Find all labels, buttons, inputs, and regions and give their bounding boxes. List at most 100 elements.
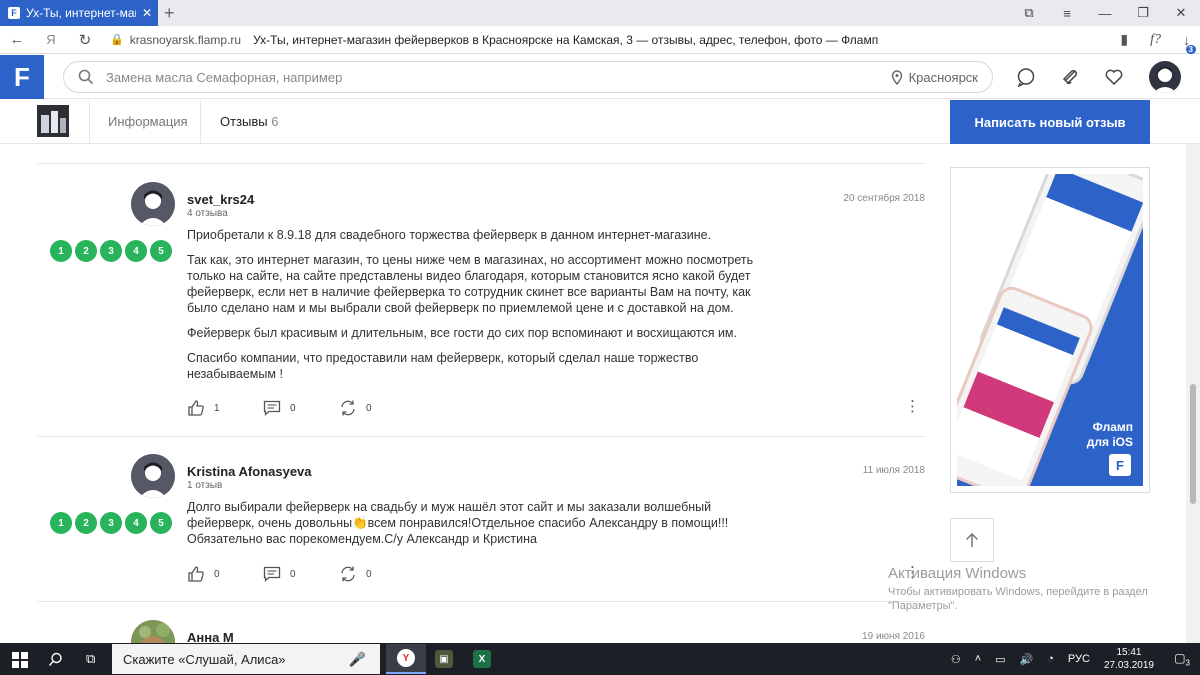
reviewer-avatar[interactable]	[131, 454, 175, 498]
reload-icon[interactable]: ↻	[68, 31, 102, 49]
review-actions: 0 0 0	[187, 565, 415, 583]
reviewer-avatar[interactable]	[131, 620, 175, 643]
rating-star: 3	[100, 240, 122, 262]
comment-button[interactable]: 0	[263, 399, 339, 417]
city-selector[interactable]: Красноярск	[891, 70, 978, 85]
reviewer-review-count: 1 отзыв	[187, 480, 223, 491]
rating-star: 3	[100, 512, 122, 534]
taskbar-app-yandex-browser[interactable]: Y	[386, 644, 426, 674]
alice-search-box[interactable]: Скажите «Слушай, Алиса» 🎤	[112, 644, 380, 674]
repost-icon	[341, 400, 355, 416]
action-center-icon[interactable]: ▢3	[1174, 651, 1190, 667]
like-count: 1	[214, 402, 220, 414]
search-placeholder: Замена масла Семафорная, например	[106, 69, 343, 85]
like-button[interactable]: 0	[187, 565, 263, 583]
volume-icon[interactable]: 🔊	[1020, 653, 1034, 666]
browser-tab-bar: F Ух-Ты, интернет-магазин ✕ + ⧉ ≡ — ❐ ✕	[0, 0, 1200, 26]
search-input[interactable]: Замена масла Семафорная, например Красно…	[63, 61, 993, 93]
write-review-button[interactable]: Написать новый отзыв	[950, 100, 1150, 144]
page-scrollbar[interactable]	[1186, 144, 1200, 643]
new-tab-icon[interactable]: +	[164, 3, 175, 24]
yandex-browser-icon: Y	[397, 649, 415, 667]
show-hidden-icons-icon[interactable]: ˄	[975, 653, 981, 665]
tab-info[interactable]: Информация	[108, 114, 188, 129]
location-pin-icon	[891, 69, 902, 85]
flamp-favicon-icon: F	[8, 7, 20, 19]
tab-reviews-label: Отзывы	[220, 114, 268, 129]
scrollbar-thumb[interactable]	[1190, 384, 1196, 504]
ad-title: Фламп для iOS	[1087, 420, 1133, 450]
microphone-icon[interactable]: 🎤	[349, 651, 366, 668]
activation-title: Активация Windows	[888, 565, 1027, 582]
reviewer-review-count: 4 отзыва	[187, 208, 228, 219]
lock-icon: 🔒	[110, 34, 124, 46]
comment-count: 0	[290, 568, 296, 580]
yandex-icon[interactable]: Я	[34, 32, 68, 47]
tab-reviews[interactable]: Отзывы 6	[220, 114, 278, 129]
review-date: 11 июля 2018	[862, 465, 925, 476]
review-actions: 1 0 0	[187, 399, 415, 417]
minimize-icon[interactable]: —	[1086, 0, 1124, 26]
people-icon[interactable]: ⚇	[951, 653, 961, 666]
close-tab-icon[interactable]: ✕	[142, 6, 152, 20]
menu-icon[interactable]: ≡	[1048, 0, 1086, 26]
reviewer-avatar[interactable]	[131, 182, 175, 226]
close-window-icon[interactable]: ✕	[1162, 0, 1200, 26]
like-button[interactable]: 1	[187, 399, 263, 417]
scroll-to-top-button[interactable]	[950, 518, 994, 562]
rating-star: 2	[75, 240, 97, 262]
reviewer-name[interactable]: svet_krs24	[187, 192, 254, 207]
bookmarks-panel-icon[interactable]: ⧉	[1010, 0, 1048, 26]
reader-icon[interactable]: f?	[1150, 32, 1161, 48]
comment-button[interactable]: 0	[263, 565, 339, 583]
flamp-logo[interactable]: F	[0, 55, 44, 99]
app-window-icon: ▣	[435, 650, 453, 668]
windows-activation-watermark: Активация Windows Чтобы активировать Win…	[888, 565, 1198, 613]
task-view-icon[interactable]: ⧉	[86, 651, 95, 667]
user-avatar[interactable]	[1149, 61, 1181, 93]
repost-button[interactable]: 0	[339, 565, 415, 583]
rating-star: 1	[50, 240, 72, 262]
review-paragraph: Фейерверк был красивым и длительным, все…	[187, 326, 737, 340]
bookmark-icon[interactable]: ▮	[1120, 31, 1128, 48]
review-text: Долго выбирали фейерверк на свадьбу и му…	[187, 499, 747, 556]
back-arrow-icon[interactable]: ←	[0, 31, 34, 48]
rating-star: 2	[75, 512, 97, 534]
review-paragraph: Долго выбирали фейерверк на свадьбу и му…	[187, 500, 729, 546]
keyboard-layout[interactable]: РУС	[1068, 653, 1090, 665]
favorites-heart-icon[interactable]	[1104, 67, 1124, 87]
ios-app-banner[interactable]: Фламп для iOS F	[950, 167, 1150, 493]
downloads-icon[interactable]: ↓ 3	[1183, 32, 1196, 54]
messages-icon[interactable]	[1016, 67, 1036, 87]
battery-icon[interactable]: ▭	[995, 653, 1005, 666]
ad-title-line: Фламп	[1092, 420, 1133, 434]
ad-title-line: для iOS	[1086, 435, 1133, 449]
network-icon[interactable]: ◔	[1047, 653, 1054, 665]
taskbar-app-excel[interactable]: X	[462, 644, 502, 674]
company-thumbnail[interactable]	[37, 105, 69, 137]
review-text: Приобретали к 8.9.18 для свадебного торж…	[187, 227, 767, 391]
rating-star: 5	[150, 240, 172, 262]
page-title: Ух-Ты, интернет-магазин фейерверков в Кр…	[253, 32, 879, 47]
taskbar-app-1[interactable]: ▣	[424, 644, 464, 674]
reviewer-name[interactable]: Kristina Afonasyeva	[187, 464, 312, 479]
restore-icon[interactable]: ❐	[1124, 0, 1162, 26]
rating-stars: 1 2 3 4 5	[50, 240, 172, 262]
url-host[interactable]: krasnoyarsk.flamp.ru	[130, 33, 241, 47]
notification-count: 3	[1185, 658, 1190, 668]
repost-button[interactable]: 0	[339, 399, 415, 417]
rating-star: 4	[125, 512, 147, 534]
taskbar-clock[interactable]: 15:41 27.03.2019	[1104, 646, 1154, 672]
taskbar-search-icon[interactable]	[48, 652, 63, 667]
review-paragraph: Приобретали к 8.9.18 для свадебного торж…	[187, 228, 712, 242]
comment-icon	[263, 400, 281, 416]
repost-count: 0	[366, 568, 372, 580]
review-paragraph: Так как, это интернет магазин, то цены н…	[187, 253, 754, 315]
reviewer-name[interactable]: Анна М	[187, 630, 234, 643]
notifications-bell-icon[interactable]	[1060, 67, 1080, 87]
windows-start-icon[interactable]	[12, 652, 28, 668]
browser-tab[interactable]: F Ух-Ты, интернет-магазин ✕	[0, 0, 158, 26]
ios-app-banner-artwork: Фламп для iOS F	[957, 174, 1143, 486]
company-subnav: Информация Отзывы 6 Написать новый отзыв	[0, 100, 1200, 144]
more-options-icon[interactable]: ⋮	[905, 397, 920, 415]
